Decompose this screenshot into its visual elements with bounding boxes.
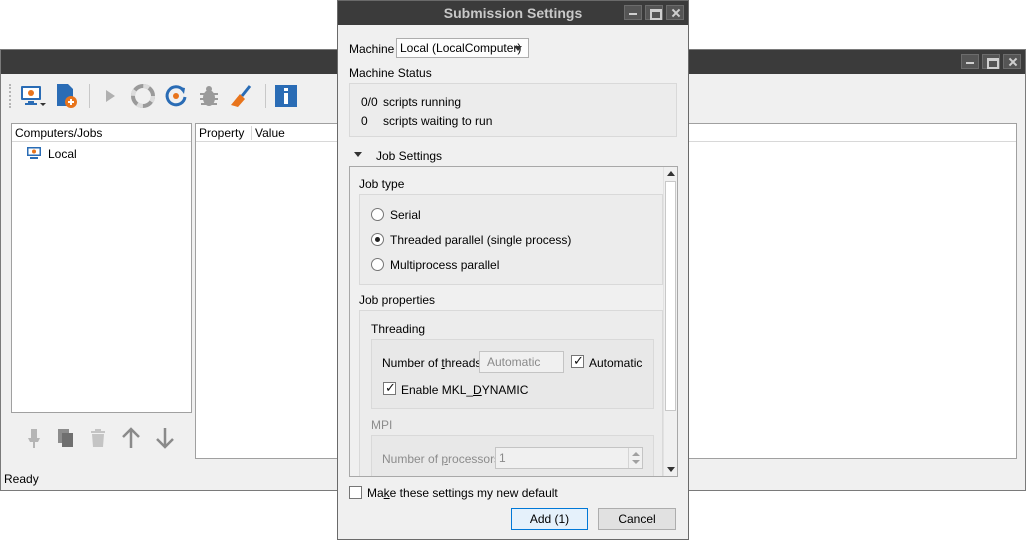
running-count: 0/0 [361,95,378,109]
arrow-down-icon[interactable] [153,426,177,453]
mpi-box: Number of processors 1 [371,435,654,476]
job-properties-box: Threading Number of threads Automatic Au… [359,310,663,476]
dialog-title: Submission Settings [443,5,583,21]
close-button[interactable] [666,5,684,20]
mkl-dynamic-label[interactable]: Enable MKL_DYNAMIC [401,383,528,397]
job-settings-scroll-area[interactable]: Job type Serial Threaded parallel (singl… [349,166,678,477]
status-bar: Ready [4,472,39,486]
cancel-button[interactable]: Cancel [598,508,676,530]
minimize-button[interactable] [624,5,642,20]
run-icon[interactable] [95,81,125,111]
tree-item-label: Local [48,147,77,161]
refresh-icon[interactable] [161,81,191,111]
automatic-checkbox[interactable] [571,353,584,369]
waiting-count: 0 [361,114,368,128]
machine-select-value: Local (LocalComputer) [400,41,522,55]
machine-status-box: 0/0 scripts running 0 scripts waiting to… [349,83,677,137]
minimize-button[interactable] [961,54,979,69]
trash-icon[interactable] [87,427,109,452]
maximize-button[interactable] [645,5,663,20]
help-ring-icon[interactable] [128,81,158,111]
job-type-box: Serial Threaded parallel (single process… [359,194,663,285]
radio-multiprocess-label[interactable]: Multiprocess parallel [390,258,499,272]
waiting-text: scripts waiting to run [383,114,493,128]
job-type-label: Job type [359,177,405,191]
clean-icon[interactable] [227,81,257,111]
pin-icon[interactable] [23,427,45,452]
threading-label: Threading [371,322,426,336]
copy-icon[interactable] [55,427,77,452]
scroll-down-icon[interactable] [667,467,675,472]
running-text: scripts running [383,95,462,109]
add-button[interactable]: Add (1) [511,508,588,530]
tree-tools [23,426,177,453]
job-properties-label: Job properties [359,293,436,307]
chevron-down-icon [514,46,522,51]
radio-serial[interactable] [371,208,384,221]
dialog-titlebar: Submission Settings [338,1,688,25]
radio-serial-label[interactable]: Serial [390,208,421,222]
stepper-arrows-icon[interactable] [628,448,642,468]
radio-threaded-label[interactable]: Threaded parallel (single process) [390,233,571,247]
default-settings-checkbox[interactable] [349,486,362,499]
radio-multiprocess[interactable] [371,258,384,271]
radio-threaded[interactable] [371,233,384,246]
tree-header: Computers/Jobs [12,124,191,142]
col-value-header[interactable]: Value [252,126,285,140]
processors-stepper[interactable]: 1 [495,447,643,469]
computer-icon [26,146,42,163]
arrow-up-icon[interactable] [119,426,143,453]
threads-label: Number of threads [382,356,482,370]
processors-label: Number of processors [382,452,501,466]
job-settings-label: Job Settings [376,149,443,163]
scroll-up-icon[interactable] [667,171,675,176]
threads-input[interactable]: Automatic [479,351,564,373]
machine-label: Machine [349,42,395,56]
triangle-down-icon [354,152,362,157]
machine-select[interactable]: Local (LocalComputer) [396,38,529,58]
close-button[interactable] [1003,54,1021,69]
default-settings-label[interactable]: Make these settings my new default [367,486,558,500]
tree-item-local[interactable]: Local [12,143,191,165]
mpi-label: MPI [371,418,393,432]
debug-icon[interactable] [194,81,224,111]
submission-settings-dialog: Submission Settings Machine Local (Local… [337,0,689,540]
vertical-scrollbar[interactable] [663,167,677,476]
col-property-header[interactable]: Property [199,125,252,140]
automatic-label[interactable]: Automatic [589,356,642,370]
add-job-icon[interactable] [51,81,81,111]
scroll-thumb[interactable] [665,181,676,411]
machine-status-label: Machine Status [349,66,432,80]
maximize-button[interactable] [982,54,1000,69]
mkl-dynamic-checkbox[interactable] [383,380,396,396]
processors-value: 1 [499,451,506,465]
toolbar-grip [9,84,12,108]
tree-panel: Computers/Jobs Local [11,123,192,413]
computer-icon[interactable] [18,81,48,111]
info-icon[interactable] [271,81,301,111]
threading-box: Number of threads Automatic Automatic En… [371,339,654,409]
